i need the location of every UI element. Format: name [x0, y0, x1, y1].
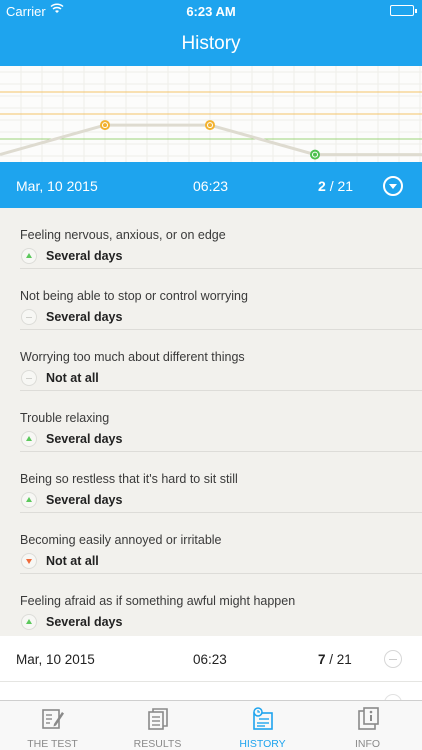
score-max: / 21 — [329, 178, 354, 194]
info-icon — [358, 707, 379, 730]
tab-bar: THE TEST RESULTS HISTORY INFO — [0, 700, 422, 750]
trend-up-icon — [21, 248, 37, 264]
history-icon — [253, 707, 273, 730]
navigation-bar: History — [0, 22, 422, 66]
question-text: Feeling afraid as if something awful mig… — [20, 594, 296, 608]
data-point-center — [103, 123, 107, 128]
battery-icon — [390, 5, 417, 16]
entry-time: 06:23 — [193, 178, 229, 194]
question-text: Not being able to stop or control worryi… — [20, 289, 248, 303]
question-text: Trouble relaxing — [20, 411, 110, 425]
answer-text: Several days — [46, 432, 123, 446]
results-icon — [148, 708, 168, 730]
trend-same-icon — [21, 309, 37, 325]
page-title: History — [181, 33, 241, 54]
entry-date: Mar, 10 2015 — [16, 178, 98, 194]
trend-up-icon — [21, 492, 37, 508]
question-item: Worrying too much about different things… — [20, 330, 422, 391]
tab-the-test[interactable]: THE TEST — [0, 701, 105, 750]
expand-icon[interactable] — [384, 650, 402, 668]
status-time: 6:23 AM — [186, 4, 236, 19]
status-bar: Carrier 6:23 AM — [0, 0, 422, 22]
tab-label: HISTORY — [239, 738, 286, 750]
tab-results[interactable]: RESULTS — [105, 701, 210, 750]
question-text: Feeling nervous, anxious, or on edge — [20, 228, 226, 242]
answer-text: Several days — [46, 310, 123, 324]
collapse-icon[interactable] — [383, 176, 403, 196]
entry-score: 7 / 21 — [318, 652, 352, 667]
answer-text: Several days — [46, 249, 123, 263]
entry-score: 2 / 21 — [318, 178, 353, 194]
trend-down-icon — [21, 553, 37, 569]
history-entry-partial[interactable] — [0, 682, 422, 700]
question-item: Feeling afraid as if something awful mig… — [20, 574, 422, 635]
trend-up-icon — [21, 431, 37, 447]
data-point-center — [313, 152, 317, 157]
answer-text: Several days — [46, 615, 123, 629]
tab-label: RESULTS — [133, 738, 182, 750]
question-item: Being so restless that it's hard to sit … — [20, 452, 422, 513]
question-text: Worrying too much about different things — [20, 350, 245, 364]
trend-same-icon — [21, 370, 37, 386]
entry-time: 06:23 — [193, 652, 227, 667]
edit-icon — [42, 709, 64, 729]
trend-up-icon — [21, 614, 37, 630]
question-item: Trouble relaxing Several days — [20, 391, 422, 452]
tab-label: THE TEST — [27, 738, 78, 750]
answer-text: Not at all — [46, 371, 99, 385]
answer-text: Not at all — [46, 554, 99, 568]
data-point-center — [208, 123, 212, 128]
entry-date: Mar, 10 2015 — [16, 652, 95, 667]
question-text: Being so restless that it's hard to sit … — [20, 472, 238, 486]
selected-history-entry[interactable]: Mar, 10 2015 06:23 2 / 21 — [0, 162, 422, 208]
history-chart — [0, 66, 422, 162]
tab-label: INFO — [354, 738, 381, 750]
question-text: Becoming easily annoyed or irritable — [20, 533, 222, 547]
history-entry[interactable]: Mar, 10 2015 06:23 7 / 21 — [0, 636, 422, 682]
score-max: / 21 — [329, 652, 352, 667]
score-value: 2 — [318, 178, 326, 194]
tab-info[interactable]: INFO — [315, 701, 420, 750]
question-item: Not being able to stop or control worryi… — [20, 269, 422, 330]
question-item: Feeling nervous, anxious, or on edge Sev… — [20, 208, 422, 269]
answer-details: Feeling nervous, anxious, or on edge Sev… — [0, 208, 422, 636]
chart-svg — [0, 66, 422, 162]
question-item: Becoming easily annoyed or irritable Not… — [20, 513, 422, 574]
score-value: 7 — [318, 652, 326, 667]
tab-history[interactable]: HISTORY — [210, 701, 315, 750]
answer-text: Several days — [46, 493, 123, 507]
